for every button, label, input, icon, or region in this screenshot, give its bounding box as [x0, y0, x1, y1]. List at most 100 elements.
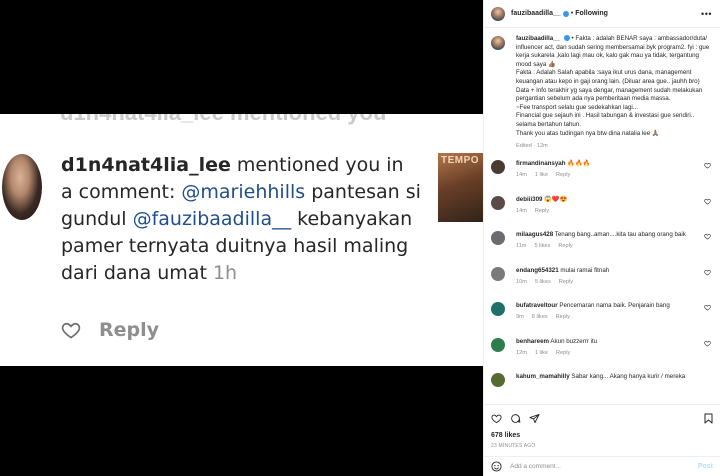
commenter-avatar[interactable]: [491, 195, 505, 210]
comment-time: 10m: [516, 278, 527, 285]
comment-time: 11m: [516, 243, 527, 250]
comment-line: endang654321 mulai ramai fitnah: [516, 265, 720, 275]
more-options-icon[interactable]: •••: [701, 9, 712, 19]
comment-username[interactable]: kahum_mamahilly: [516, 373, 570, 380]
author-username[interactable]: fauzibaadilla__: [511, 10, 561, 17]
heart-icon: [61, 322, 81, 339]
comment-time: 9m: [516, 314, 524, 321]
instagram-post-view: d1n4nat4lia_lee mentioned you d1n4nat4li…: [0, 0, 720, 476]
like-heart-icon[interactable]: [704, 340, 711, 347]
comment-text: mulai ramai fitnah: [560, 266, 610, 274]
notification-avatar: [2, 154, 42, 220]
comment-username[interactable]: debiii309: [516, 196, 542, 203]
comment-username[interactable]: benhareem: [516, 338, 549, 345]
comment-username[interactable]: bufatraveltour: [516, 302, 558, 309]
caption-body: fauzibaadilla__ • Fakta : adalah BENAR s…: [516, 35, 713, 138]
like-heart-icon[interactable]: [704, 198, 711, 205]
comment-meta: 10m 5 likes Reply: [516, 279, 720, 285]
comment-line: milaagus428 Tenang bang..aman....kita ta…: [516, 229, 720, 239]
commenter-avatar[interactable]: [491, 337, 505, 352]
comment-item: benhareem Akun buzzerrr itu 12m 1 like Rep…: [484, 336, 720, 372]
comment-text: Pencemaran nama baik. Penjarain bang: [559, 302, 670, 310]
comment-meta: 14m 1 like Reply: [516, 172, 720, 178]
comment-reply-button[interactable]: Reply: [559, 279, 573, 285]
comment-reply-button[interactable]: Reply: [556, 314, 570, 320]
mention-link: @fauzibaadilla__: [132, 208, 292, 230]
comment-likes[interactable]: 5 likes: [534, 243, 550, 249]
comment-reply-button[interactable]: Reply: [535, 208, 549, 214]
following-button[interactable]: Following: [575, 10, 608, 17]
post-actions-bar: [484, 404, 720, 432]
commenter-avatar[interactable]: [491, 160, 505, 175]
post-comment-button[interactable]: Post: [698, 463, 713, 470]
comment-line: kahum_mamahilly Sabar kang... Akang hany…: [516, 371, 720, 381]
post-header: fauzibaadilla__ • Following •••: [484, 0, 720, 28]
comment-username[interactable]: endang654321: [516, 267, 559, 274]
comment-list: firmandinansyah 🔥🔥🔥 14m 1 like Reply debii…: [484, 158, 720, 403]
mention-link: @mariehhills: [181, 181, 306, 203]
comment-line: bufatraveltour Pencemaran nama baik. Pen…: [516, 300, 720, 310]
commenter-avatar[interactable]: [491, 302, 505, 317]
caption-meta: Edited · 12m: [516, 143, 548, 150]
comment-meta: 9m 8 likes Reply: [516, 314, 720, 320]
comment-username[interactable]: firmandinansyah: [516, 160, 566, 167]
post-media[interactable]: d1n4nat4lia_lee mentioned you d1n4nat4li…: [0, 0, 483, 476]
comment-line: debiii309 😱❤️😍: [516, 194, 720, 204]
commenter-avatar[interactable]: [491, 266, 505, 281]
caption-text: • Fakta : adalah BENAR saya : ambassador…: [516, 35, 710, 137]
notification-thumbnail: TEMPO: [438, 153, 483, 222]
cropped-notification-text: d1n4nat4lia_lee mentioned you: [60, 114, 386, 126]
comment-meta: 12m 1 like Reply: [516, 350, 720, 356]
comment-icon[interactable]: [510, 413, 521, 424]
like-heart-icon[interactable]: [704, 233, 711, 240]
comment-item: bufatraveltour Pencemaran nama baik. Pen…: [484, 300, 720, 336]
bookmark-icon[interactable]: [704, 413, 713, 424]
add-comment-bar: Post: [484, 456, 720, 476]
add-comment-input[interactable]: [510, 463, 680, 470]
comment-text: Akun buzzerrr itu: [550, 337, 598, 345]
notification-text: d1n4nat4lia_lee mentioned you in a comme…: [61, 152, 421, 287]
comment-line: firmandinansyah 🔥🔥🔥: [516, 158, 720, 168]
author-avatar[interactable]: [491, 6, 505, 21]
comment-time: 14m: [516, 172, 527, 179]
share-icon[interactable]: [529, 413, 540, 424]
comment-text: 😱❤️😍: [544, 195, 568, 203]
comment-reply-button[interactable]: Reply: [556, 172, 570, 178]
comment-item: kahum_mamahilly Sabar kang... Akang hany…: [484, 371, 720, 403]
caption-avatar[interactable]: [491, 36, 505, 50]
comment-likes[interactable]: 5 likes: [535, 279, 551, 285]
comment-username[interactable]: milaagus428: [516, 231, 553, 238]
comment-likes[interactable]: 1 like: [535, 350, 548, 356]
like-heart-icon[interactable]: [704, 304, 711, 311]
like-heart-icon[interactable]: [491, 413, 502, 424]
comment-line: benhareem Akun buzzerrr itu: [516, 336, 720, 346]
verified-badge-icon: [563, 35, 570, 42]
comment-item: firmandinansyah 🔥🔥🔥 14m 1 like Reply: [484, 158, 720, 194]
comment-text: 🔥🔥🔥: [567, 160, 591, 168]
comments-scroll-area[interactable]: fauzibaadilla__ • Fakta : adalah BENAR s…: [484, 29, 720, 403]
comment-meta: 14m Reply: [516, 208, 720, 214]
comment-reply-button[interactable]: Reply: [556, 350, 570, 356]
post-timestamp: 23 MINUTES AGO: [491, 443, 536, 449]
notification-actions: Reply: [61, 319, 159, 341]
comment-reply-button[interactable]: Reply: [558, 243, 572, 249]
comment-item: endang654321 mulai ramai fitnah 10m 5 lik…: [484, 265, 720, 301]
comment-time: 12m: [516, 349, 527, 356]
notification-time: 1h: [212, 262, 238, 284]
likes-count[interactable]: 678 likes: [491, 432, 520, 439]
emoji-icon[interactable]: [491, 461, 502, 472]
notification-reply: Reply: [99, 319, 160, 341]
commenter-avatar[interactable]: [491, 231, 505, 246]
like-heart-icon[interactable]: [704, 269, 711, 276]
commenter-avatar[interactable]: [491, 373, 505, 388]
notification-username: d1n4nat4lia_lee: [61, 154, 231, 176]
comment-likes[interactable]: 8 likes: [532, 314, 548, 320]
like-heart-icon[interactable]: [704, 162, 711, 169]
thumbnail-label: TEMPO: [441, 155, 480, 166]
post-side-panel: fauzibaadilla__ • Following ••• fauzibaa…: [483, 0, 720, 476]
comment-likes[interactable]: 1 like: [535, 172, 548, 178]
caption-username[interactable]: fauzibaadilla__: [516, 35, 560, 42]
comment-item: debiii309 😱❤️😍 14m Reply: [484, 194, 720, 230]
comment-text: Tenang bang..aman....kita tau abang oran…: [554, 231, 686, 239]
notification-screenshot: d1n4nat4lia_lee mentioned you d1n4nat4li…: [0, 114, 483, 366]
